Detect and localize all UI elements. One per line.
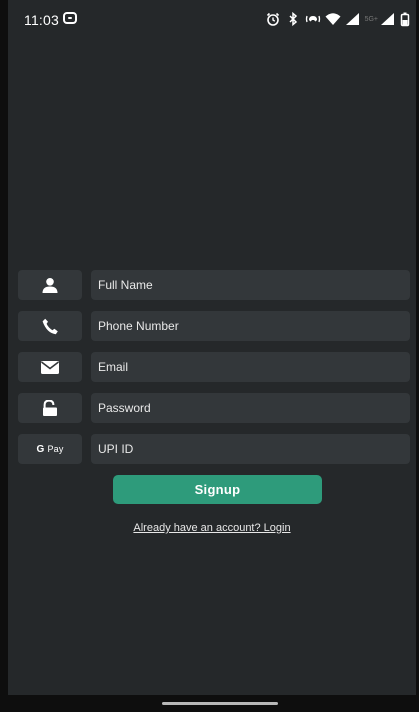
full-name-input[interactable] [91, 270, 410, 300]
status-bar: 11:03 5G+ [8, 0, 416, 40]
unlock-icon [18, 393, 82, 423]
gpay-logo-pay: Pay [47, 443, 64, 454]
phone-number-input[interactable] [91, 311, 410, 341]
app-screen: 11:03 5G+ Full Name Phone Number Email G… [8, 0, 416, 695]
gpay-logo: G Pay [18, 434, 82, 464]
upi-row: G Pay [18, 434, 410, 464]
status-icons: 5G+ [265, 10, 410, 28]
alarm-icon [265, 11, 281, 27]
gpay-logo-g: G [36, 443, 45, 455]
upi-id-input[interactable] [91, 434, 410, 464]
signup-form: GPay [18, 270, 410, 475]
email-row [18, 352, 410, 382]
notification-app-icon [63, 12, 77, 24]
home-indicator[interactable] [162, 702, 278, 705]
email-input[interactable] [91, 352, 410, 382]
bluetooth-icon [285, 11, 301, 27]
signup-button[interactable]: Signup [113, 475, 322, 504]
envelope-icon [18, 352, 82, 382]
phone-row [18, 311, 410, 341]
signal-icon [345, 11, 361, 27]
signal-icon-secondary [380, 11, 396, 27]
vibrate-icon [305, 11, 321, 27]
status-time: 11:03 [24, 12, 59, 28]
wifi-icon [325, 11, 341, 27]
person-icon [18, 270, 82, 300]
password-row [18, 393, 410, 423]
login-link[interactable]: Already have an account? Login [8, 522, 416, 534]
full-name-row [18, 270, 410, 300]
password-input[interactable] [91, 393, 410, 423]
battery-icon [400, 11, 410, 27]
phone-icon [18, 311, 82, 341]
network-type-label: 5G+ [364, 15, 378, 23]
